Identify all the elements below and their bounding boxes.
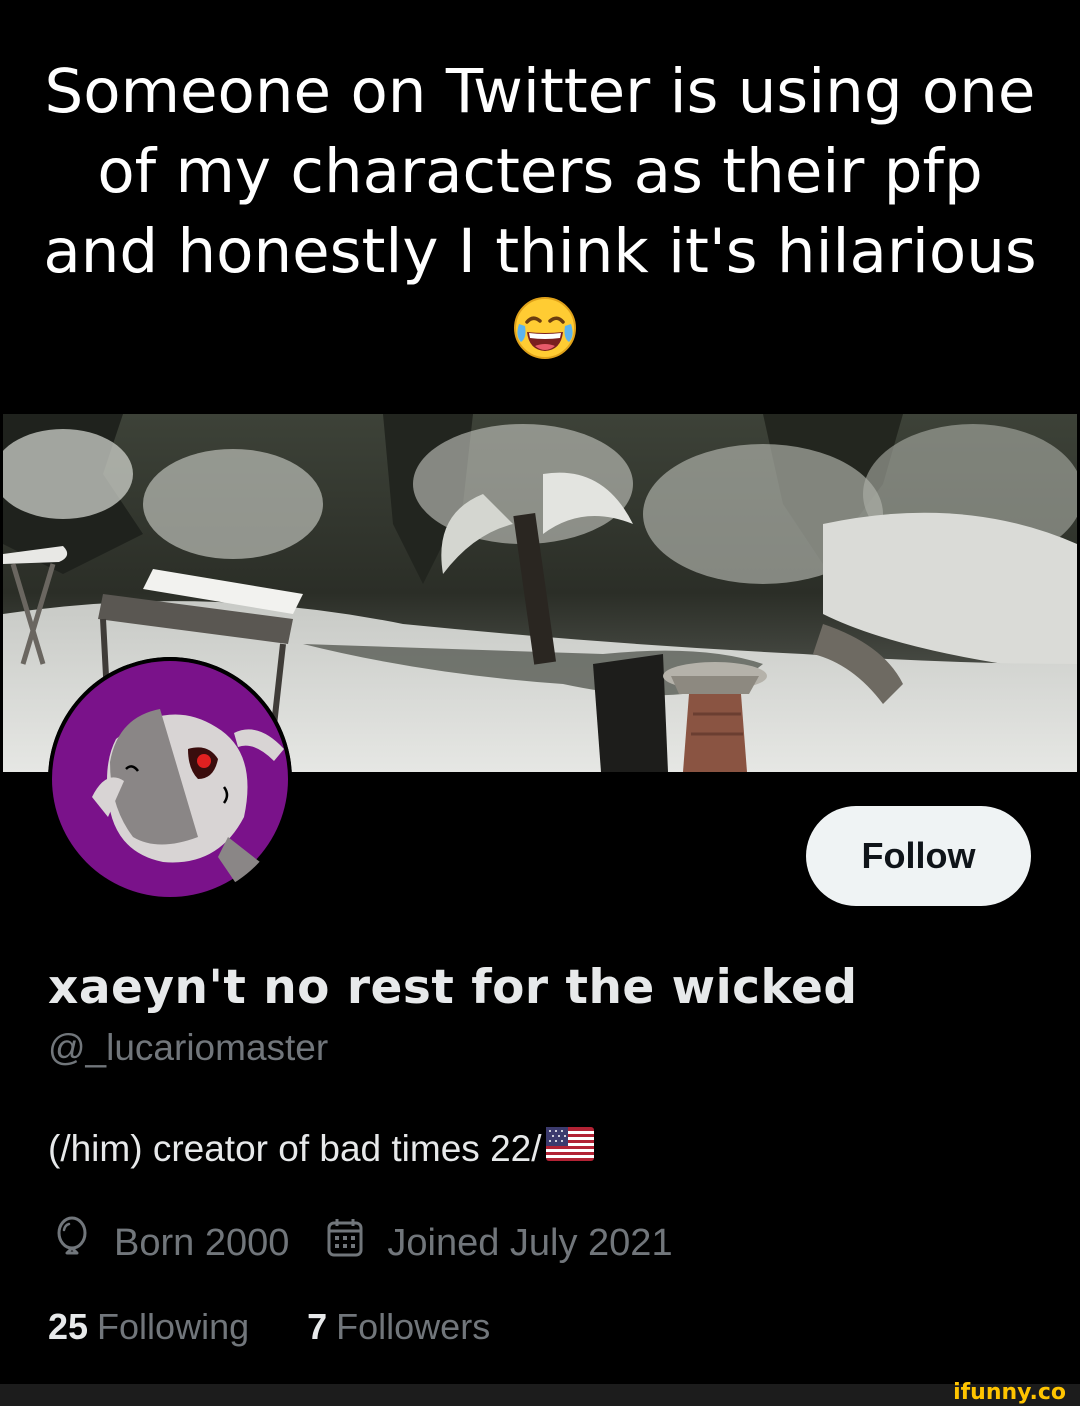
balloon-icon [52, 1216, 114, 1270]
followers-label: Followers [336, 1306, 491, 1347]
display-name: xaeyn't no rest for the wicked [48, 960, 858, 1015]
joined-item: Joined July 2021 [325, 1217, 673, 1269]
joined-text: Joined July 2021 [387, 1221, 673, 1264]
followers-count: 7 [307, 1306, 328, 1347]
followers-link[interactable]: 7 Followers [307, 1306, 490, 1348]
profile-meta: Born 2000 Joined July 2021 [52, 1216, 673, 1270]
bio-text: (/him) creator of bad times 22/ [48, 1127, 542, 1169]
following-count: 25 [48, 1306, 89, 1347]
following-link[interactable]: 25 Following [48, 1306, 249, 1348]
user-handle: @_lucariomaster [48, 1027, 329, 1068]
meme-caption: Someone on Twitter is using one of my ch… [40, 52, 1040, 380]
profile-avatar[interactable] [48, 657, 292, 901]
us-flag-icon [545, 1127, 594, 1170]
following-label: Following [97, 1306, 250, 1347]
profile-bio: (/him) creator of bad times 22/ [48, 1127, 594, 1170]
follow-stats: 25 Following 7 Followers [48, 1306, 490, 1348]
caption-text: Someone on Twitter is using one of my ch… [43, 56, 1037, 287]
birthday-text: Born 2000 [114, 1221, 290, 1264]
birthday-item: Born 2000 [52, 1216, 289, 1270]
follow-button[interactable]: Follow [806, 806, 1031, 906]
footer-bar [0, 1384, 1080, 1406]
ifunny-watermark: ifunny.co [953, 1380, 1066, 1405]
face-with-tears-of-joy-icon [513, 296, 577, 380]
calendar-icon [325, 1217, 387, 1269]
